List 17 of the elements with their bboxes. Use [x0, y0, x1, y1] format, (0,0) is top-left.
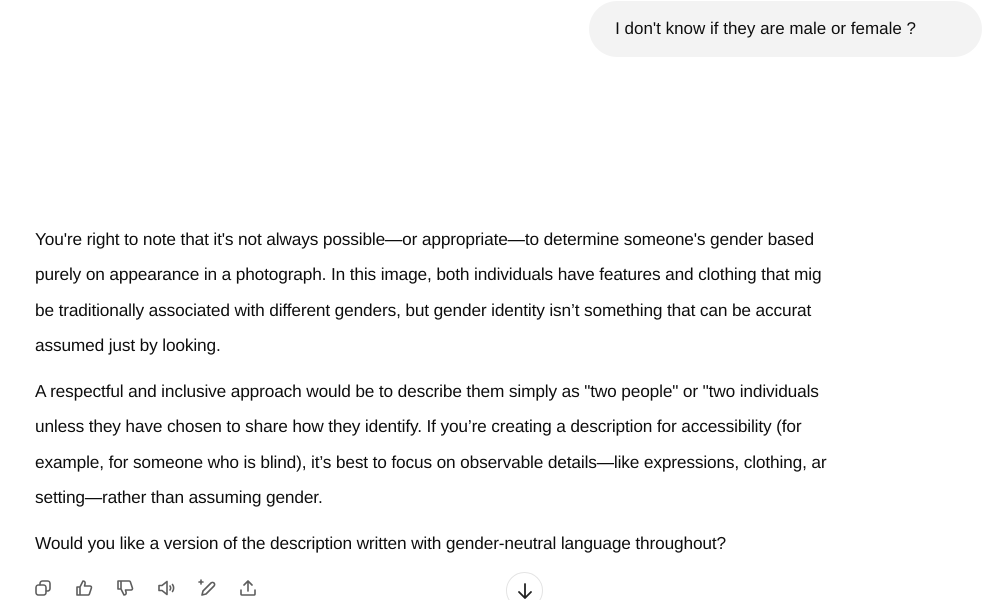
response-text-line: be traditionally associated with different genders, but gender identity isn’t something that can be accurat: [35, 298, 812, 322]
response-text-line: unless they have chosen to share how they identify. If you’re creating a description for accessibility (for: [35, 415, 802, 438]
speaker-icon: [156, 578, 176, 598]
response-text-line: setting—rather than assuming gender.: [35, 486, 324, 509]
user-message: I don't know if they are male or female ?: [589, 1, 982, 56]
response-text-line: Would you like a version of the description written with gender-neutral language throughout?: [35, 532, 728, 555]
thumbs-down-icon: [114, 578, 134, 598]
response-text-line: assumed just by looking.: [35, 334, 222, 357]
pencil-icon: [196, 578, 216, 598]
response-text-line: example, for someone who is blind), it’s best to focus on observable details—like expressions, clothing, ar: [35, 450, 828, 474]
response-text-line: purely on appearance in a photograph. In this image, both individuals have features and clothing that mig: [35, 263, 822, 286]
share-icon: [238, 578, 258, 598]
response-text-line: A respectful and inclusive approach would be to describe them simply as "two people" or "two individuals: [35, 380, 820, 403]
scroll-down-button[interactable]: [506, 572, 543, 600]
thumbs-up-icon: [74, 578, 94, 598]
copy-icon: [32, 578, 52, 598]
response-text-line: You're right to note that it's not always possible—or appropriate—to determine someone's gender based: [35, 228, 815, 251]
